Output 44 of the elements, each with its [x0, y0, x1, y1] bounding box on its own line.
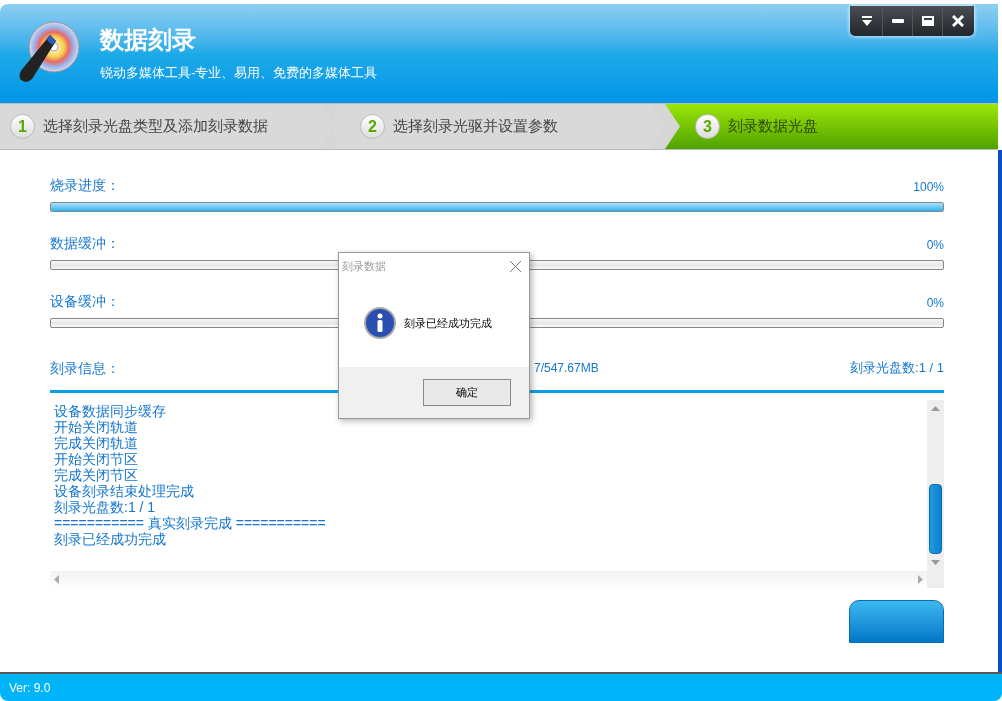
step-label: 选择刻录光驱并设置参数	[393, 116, 558, 137]
log-line: 开始关闭节区	[54, 451, 139, 467]
scroll-left-icon	[54, 575, 59, 584]
log-line: 刻录光盘数:1 / 1	[54, 499, 157, 515]
scroll-down-icon	[931, 560, 940, 565]
step-label: 刻录数据光盘	[728, 116, 818, 137]
log-line: 设备数据同步缓存	[54, 403, 167, 419]
log-line: 完成关闭节区	[54, 467, 139, 483]
maximize-icon	[921, 16, 934, 26]
disc-count-text: 刻录光盘数:1 / 1	[850, 359, 944, 378]
app-title: 数据刻录	[100, 24, 197, 55]
log-line: 设备刻录结束处理完成	[54, 483, 195, 499]
dialog-title: 刻录数据	[342, 258, 386, 274]
data-size-text: 7/547.67MB	[534, 360, 599, 377]
step-number: 1	[10, 114, 35, 139]
step-number: 3	[695, 114, 720, 139]
meter-reading: 100%	[913, 179, 944, 196]
ok-button[interactable]: 确定	[423, 379, 511, 406]
scroll-thumb[interactable]	[929, 484, 942, 554]
log-line: 开始关闭轨道	[54, 419, 139, 435]
app-subtitle: 锐动多媒体工具-专业、易用、免费的多媒体工具	[100, 63, 378, 82]
step-label: 选择刻录光盘类型及添加刻录数据	[43, 116, 268, 137]
scroll-up-icon	[931, 406, 940, 411]
meter-reading: 0%	[926, 237, 944, 254]
meter-label: 设备缓冲：	[50, 292, 120, 311]
close-icon	[951, 15, 964, 27]
meter-label: 烧录进度：	[50, 176, 120, 195]
wizard-step-tab[interactable]: 3 刻录数据光盘	[665, 104, 998, 149]
log-line: =========== 真实刻录完成 ===========	[54, 515, 327, 531]
vertical-scrollbar[interactable]	[927, 400, 944, 571]
log-line: 刻录已经成功完成	[54, 531, 167, 547]
info-icon	[364, 307, 396, 339]
step-number: 2	[360, 114, 385, 139]
dropdown-menu-icon	[861, 15, 873, 27]
dialog-message: 刻录已经成功完成	[404, 315, 492, 331]
version-text: Ver: 9.0	[9, 679, 51, 697]
minimize-icon	[891, 19, 904, 23]
scroll-right-icon	[918, 575, 923, 584]
info-label: 刻录信息：	[50, 358, 121, 378]
close-icon[interactable]	[510, 260, 521, 272]
meter-reading: 0%	[926, 295, 944, 312]
meter-label: 数据缓冲：	[50, 234, 120, 253]
action-button[interactable]	[849, 600, 944, 643]
log-line: 完成关闭轨道	[54, 435, 139, 451]
